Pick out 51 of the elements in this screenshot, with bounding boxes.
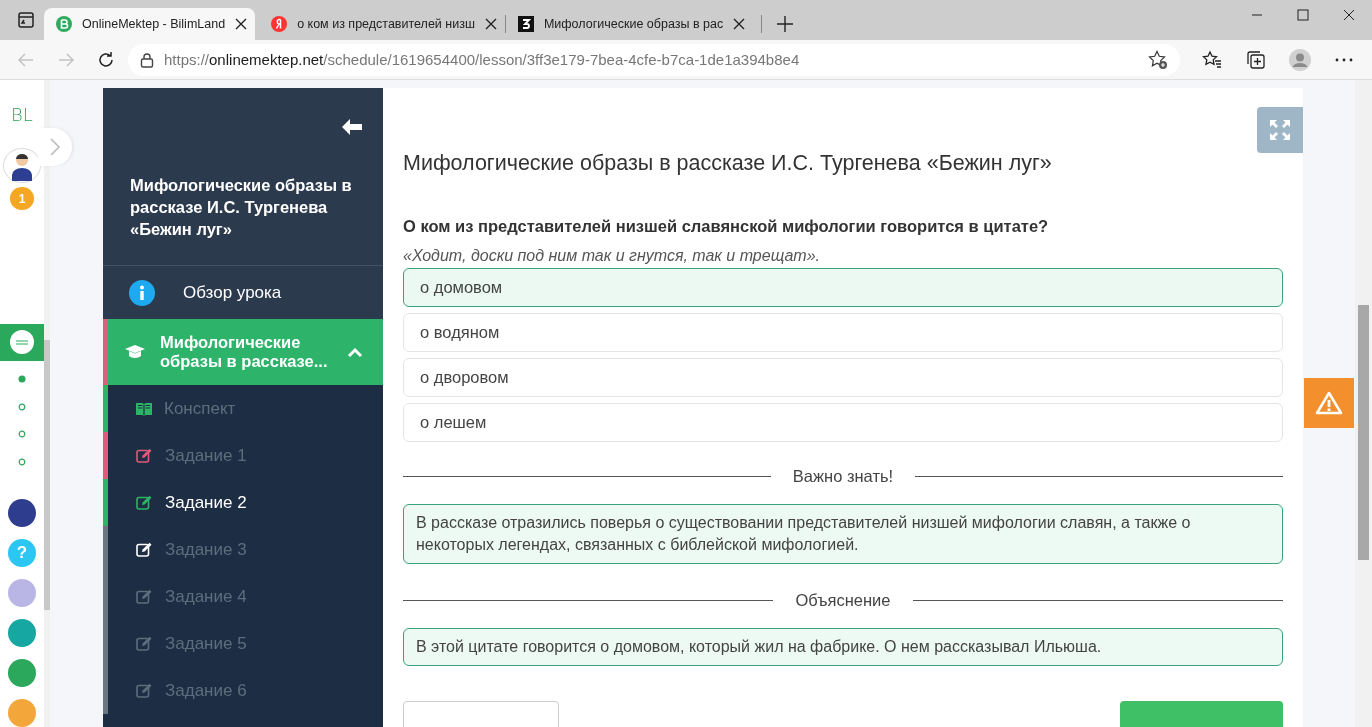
app-icon[interactable] (8, 499, 36, 528)
close-icon[interactable] (1343, 9, 1355, 21)
close-icon[interactable] (235, 18, 248, 30)
step-dot[interactable] (18, 402, 26, 411)
chevron-right-icon[interactable] (49, 137, 61, 157)
answer-option[interactable]: о лешем (403, 403, 1283, 442)
site-icon (56, 16, 72, 32)
browser-tab[interactable]: Мифологические образы в рас (505, 8, 754, 40)
fullscreen-button[interactable] (1257, 107, 1303, 153)
question-text: О ком из представителей низшей славянской мифологии говорится в цитате? (403, 216, 1050, 236)
warning-icon[interactable] (1315, 391, 1343, 415)
step-dot[interactable] (18, 430, 26, 439)
answer-option[interactable]: о водяном (403, 313, 1283, 352)
maximize-icon[interactable] (1297, 9, 1309, 21)
step-dot[interactable] (18, 375, 26, 384)
refresh-icon[interactable] (97, 50, 115, 69)
info-icon (129, 279, 155, 306)
address-field[interactable]: https://onlinemektep.net/schedule/1619654400/lesson/3ff3e179-7bea-4cfe-b7ca-1de1a394b8e4 (128, 43, 1180, 76)
tab-actions-icon[interactable] (18, 12, 34, 28)
site-icon (271, 16, 288, 32)
fullscreen-icon[interactable] (1268, 118, 1292, 142)
lesson-title: Мифологические образы в рассказе И.С. Тургенева «Бежин луг» (130, 175, 353, 240)
avatar[interactable] (3, 148, 41, 184)
section-heading: Важно знать! (792, 466, 894, 486)
section-heading: Объяснение (795, 590, 891, 610)
back-icon[interactable] (17, 50, 35, 69)
step-dot[interactable] (18, 457, 26, 466)
info-box: В рассказе отразились поверья о существовании представителей низшей мифологии славян, а также о некоторых легендах, связанных с библейской мифологией. (403, 504, 1283, 564)
graduation-cap-icon (124, 344, 146, 360)
answer-option[interactable]: о дворовом (403, 358, 1283, 397)
add-favorite-icon[interactable] (1148, 49, 1168, 70)
new-tab-icon[interactable] (777, 16, 794, 32)
chevron-icon[interactable] (347, 346, 363, 358)
info-box: В этой цитате говорится о домовом, который жил на фабрике. О нем рассказывал Ильюша. (403, 628, 1283, 666)
close-icon[interactable] (484, 18, 497, 30)
quote-text: «Ходит, доски под ним так и гнутся, так и трещат». (403, 246, 822, 266)
overview-item[interactable]: Обзор урока (103, 266, 383, 319)
site-icon (517, 16, 534, 32)
report-button[interactable] (1304, 378, 1354, 428)
close-icon[interactable] (733, 18, 746, 30)
page-title: Мифологические образы в рассказе И.С. Тургенева «Бежин луг» (403, 150, 1053, 176)
collections-icon[interactable] (1245, 48, 1267, 71)
browser-tab[interactable]: OnlineMektep - BilimLand (44, 8, 256, 40)
profile-icon[interactable] (1289, 48, 1311, 71)
scrollbar-thumb[interactable] (44, 340, 50, 610)
back-arrow-icon[interactable] (341, 118, 363, 136)
lock-icon[interactable] (140, 51, 154, 68)
forward-icon[interactable] (57, 50, 75, 69)
scrollbar-thumb[interactable] (1358, 305, 1369, 560)
browser-tab[interactable]: о ком из представителей низш (259, 8, 505, 40)
answer-option[interactable]: о домовом (403, 268, 1283, 307)
